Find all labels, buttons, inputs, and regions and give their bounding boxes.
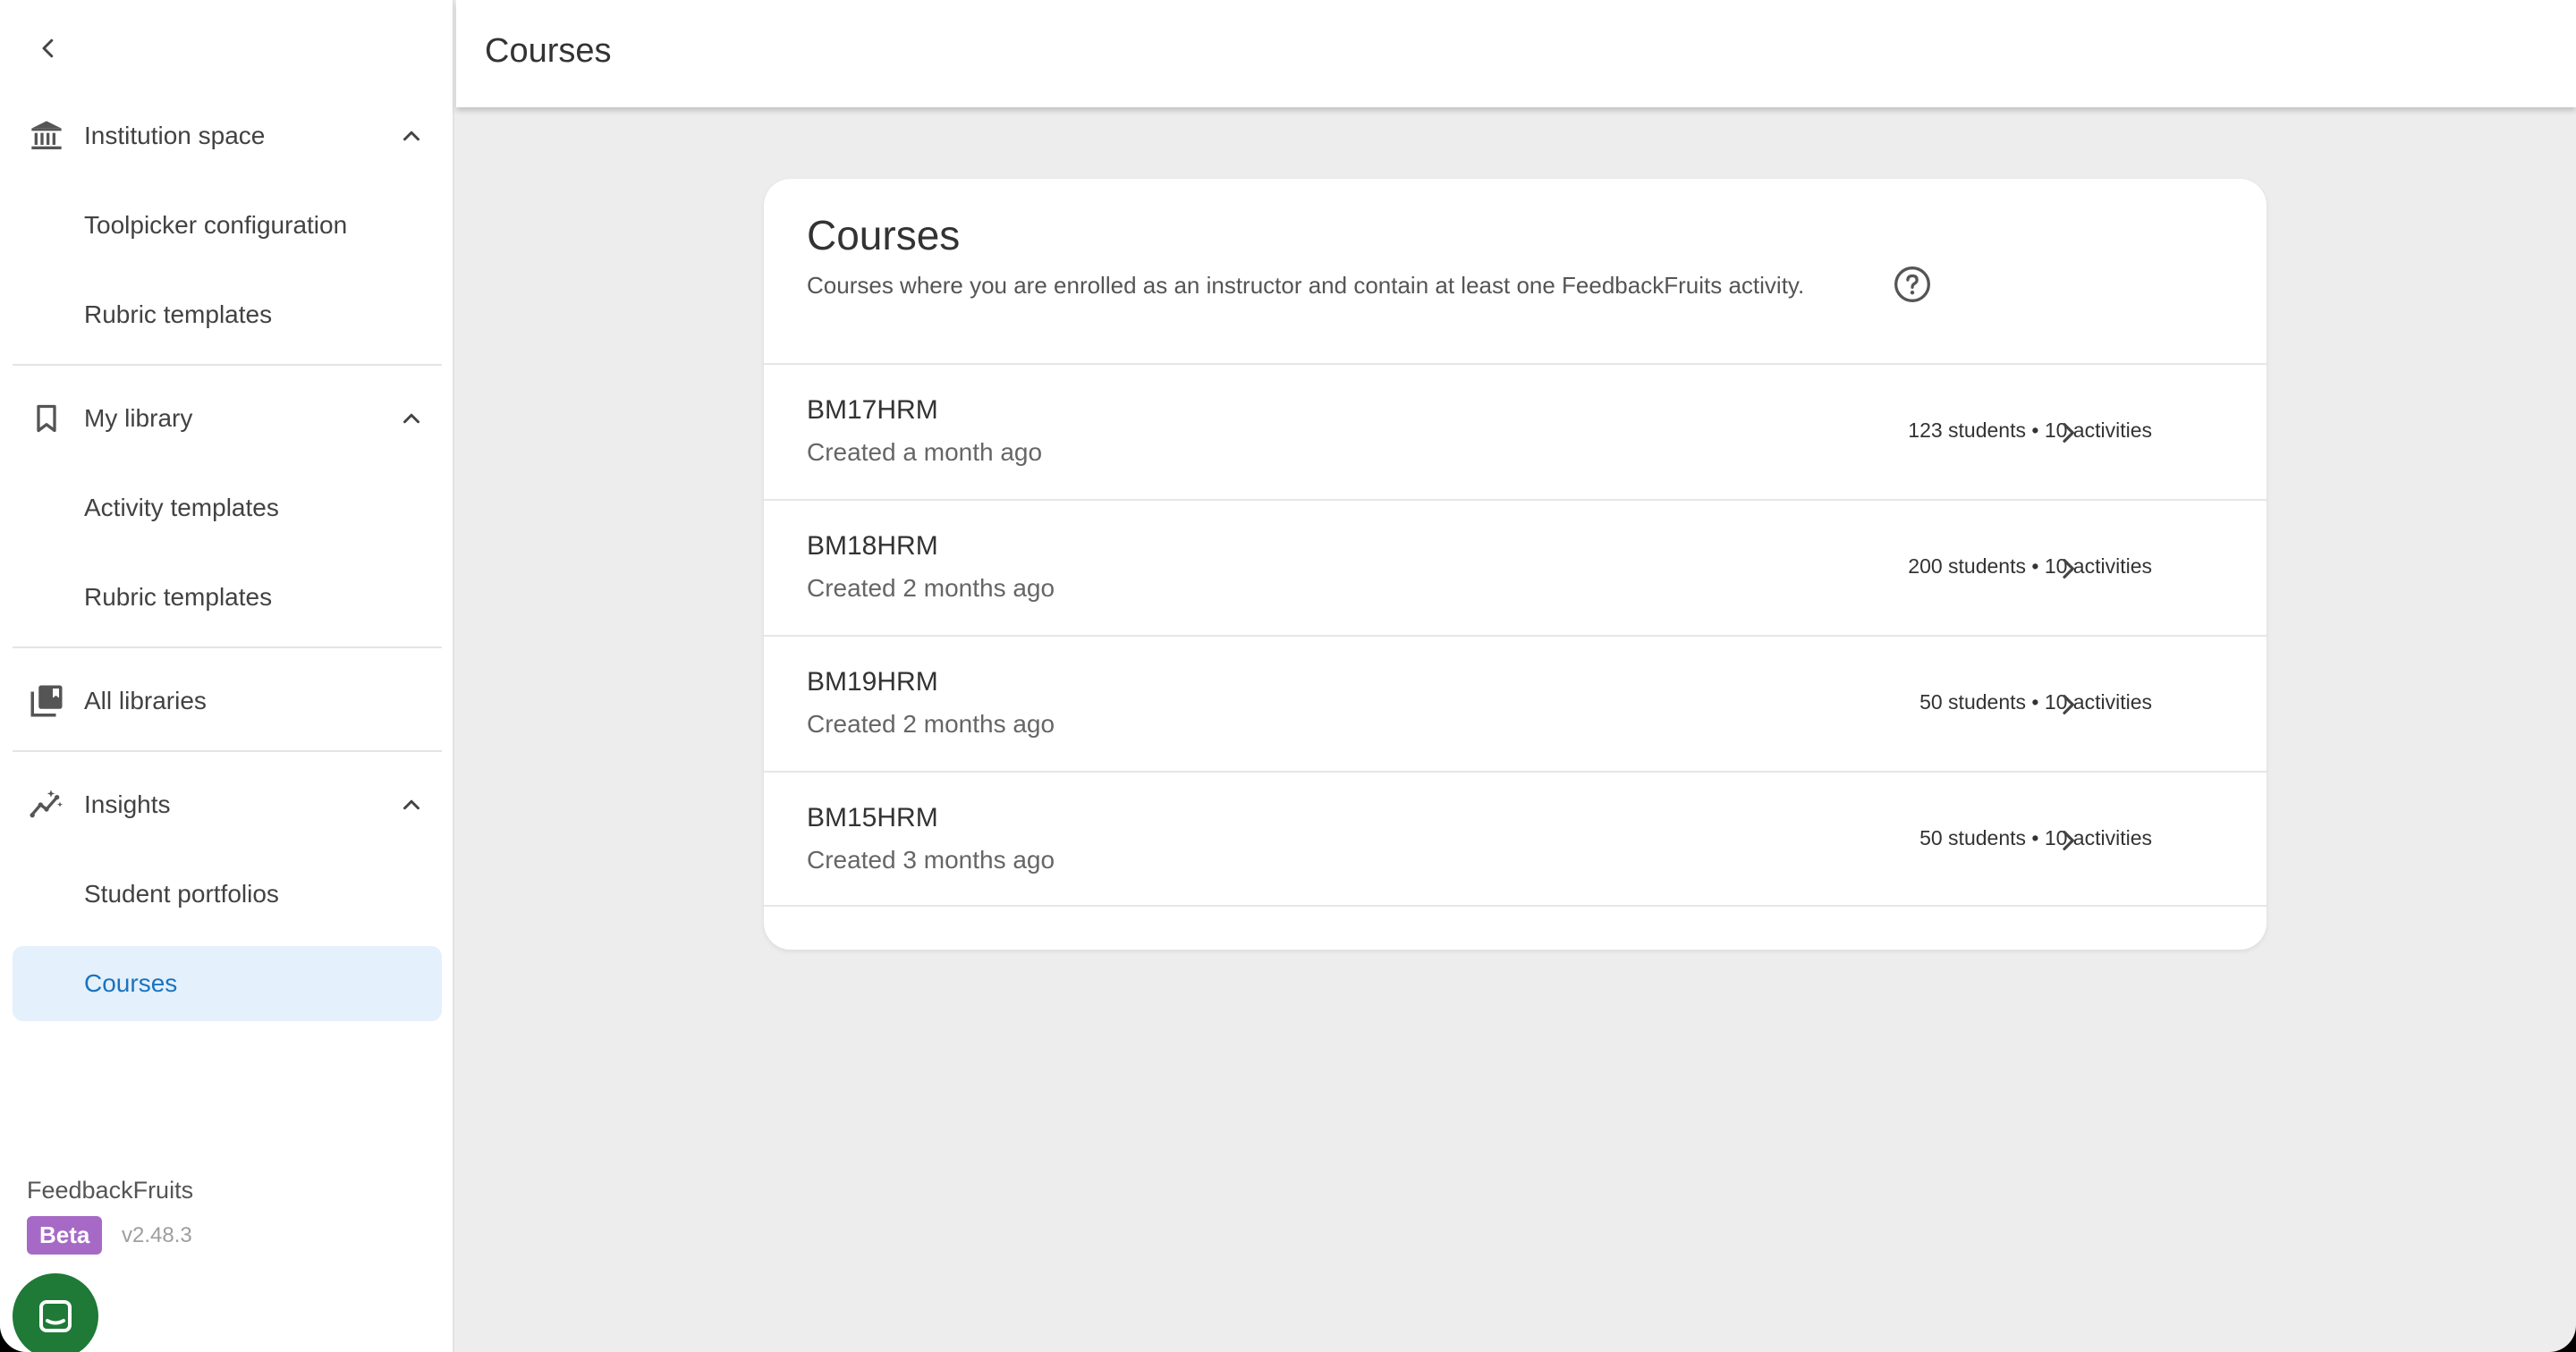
page-title: Courses [485, 32, 612, 70]
beta-badge: Beta [27, 1216, 103, 1255]
sidebar-section-label: My library [84, 404, 193, 432]
course-stats: 200 students • 10 activities [1908, 554, 2152, 578]
sidebar-item-label: Rubric templates [84, 583, 273, 611]
course-stats: 50 students • 10 activities [1919, 826, 2152, 849]
sidebar-item-activity-templates[interactable]: Activity templates [13, 470, 442, 545]
sidebar-item-label: Courses [84, 969, 178, 997]
institution-icon [27, 118, 66, 154]
insights-icon [27, 787, 66, 823]
top-bar: Courses [456, 0, 2576, 107]
sidebar-item-label: Activity templates [84, 494, 279, 521]
course-name: BM19HRM [807, 667, 938, 697]
sidebar-section-institution-space[interactable]: Institution space [0, 100, 454, 172]
chevron-up-icon [395, 402, 428, 435]
chevron-up-icon [395, 789, 428, 821]
sidebar-item-courses[interactable]: Courses [13, 946, 442, 1021]
sidebar-divider [13, 750, 442, 752]
sidebar-section-my-library[interactable]: My library [0, 383, 454, 454]
help-icon[interactable] [1893, 265, 1932, 304]
course-created: Created a month ago [807, 438, 1043, 466]
bookmark-icon [27, 401, 66, 436]
chat-icon [39, 1300, 72, 1332]
sidebar-item-student-portfolios[interactable]: Student portfolios [13, 857, 442, 932]
chevron-left-icon [42, 38, 54, 58]
sidebar-section-insights[interactable]: Insights [0, 769, 454, 841]
course-stats: 50 students • 10 activities [1919, 690, 2152, 714]
app-screen: Institution space Toolpicker configurati… [0, 0, 2576, 1352]
sidebar-item-toolpicker-configuration[interactable]: Toolpicker configuration [13, 188, 442, 263]
sidebar-section-label: Institution space [84, 122, 266, 149]
list-divider [764, 905, 2267, 907]
sidebar-divider [13, 646, 442, 648]
course-row[interactable]: BM15HRM Created 3 months ago 50 students… [764, 771, 2267, 905]
course-row[interactable]: BM18HRM Created 2 months ago 200 student… [764, 499, 2267, 633]
sidebar-item-all-libraries[interactable]: All libraries [0, 665, 454, 737]
course-created: Created 2 months ago [807, 574, 1055, 602]
sidebar-item-label: Rubric templates [84, 300, 273, 328]
brand-name: FeedbackFruits [27, 1177, 194, 1204]
sidebar-item-label: Student portfolios [84, 880, 279, 908]
sidebar-item-label: Toolpicker configuration [84, 211, 348, 239]
sidebar-item-institution-rubric-templates[interactable]: Rubric templates [13, 277, 442, 352]
chevron-right-icon [2050, 415, 2086, 451]
chevron-right-icon [2050, 687, 2086, 722]
sidebar-item-library-rubric-templates[interactable]: Rubric templates [13, 560, 442, 635]
course-name: BM18HRM [807, 531, 938, 561]
sidebar-section-label: Insights [84, 790, 171, 818]
course-name: BM17HRM [807, 395, 938, 425]
course-created: Created 3 months ago [807, 846, 1055, 874]
card-subtitle: Courses where you are enrolled as an ins… [807, 272, 1805, 299]
library-books-icon [27, 683, 66, 719]
sidebar: Institution space Toolpicker configurati… [0, 0, 454, 1352]
sidebar-divider [13, 364, 442, 366]
chat-button[interactable] [13, 1273, 98, 1352]
course-row[interactable]: BM17HRM Created a month ago 123 students… [764, 363, 2267, 497]
sidebar-item-label: All libraries [84, 687, 207, 714]
course-created: Created 2 months ago [807, 710, 1055, 738]
course-row[interactable]: BM19HRM Created 2 months ago 50 students… [764, 635, 2267, 769]
chevron-up-icon [395, 120, 428, 152]
courses-card: Courses Courses where you are enrolled a… [764, 179, 2267, 950]
chevron-right-icon [2050, 823, 2086, 858]
course-stats: 123 students • 10 activities [1908, 418, 2152, 442]
card-title: Courses [807, 212, 961, 258]
chevron-right-icon [2050, 551, 2086, 587]
back-button[interactable] [27, 27, 70, 70]
version-label: v2.48.3 [122, 1223, 192, 1247]
course-name: BM15HRM [807, 803, 938, 832]
